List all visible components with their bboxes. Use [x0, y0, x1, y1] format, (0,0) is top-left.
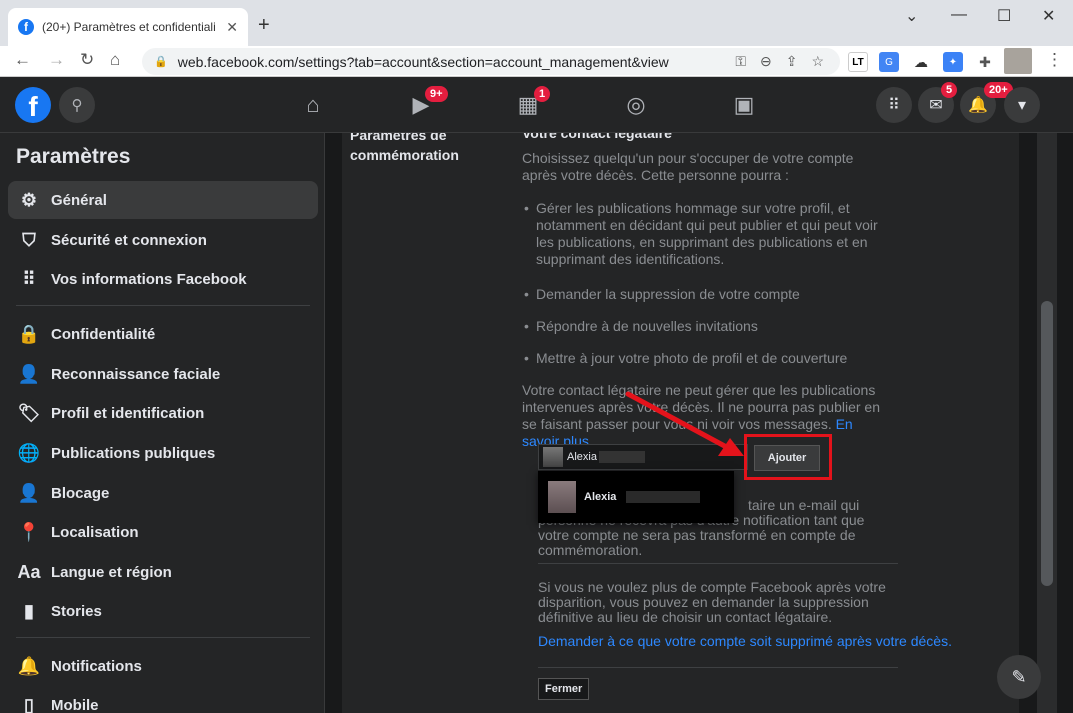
sidebar-item-mobile[interactable]: ▯ Mobile	[8, 686, 318, 713]
sidebar-item-general[interactable]: ⚙ Général	[8, 181, 318, 219]
sidebar-item-stories[interactable]: ▮ Stories	[8, 592, 318, 630]
browser-tab[interactable]: f (20+) Paramètres et confidentiali ✕	[8, 8, 248, 46]
settings-sidebar: Paramètres ⚙ Général ⛉ Sécurité et connexi…	[0, 133, 325, 713]
suggestion-dropdown-item[interactable]: Alexia	[538, 471, 734, 523]
permissions-list: Gérer les publications hommage sur votre…	[522, 200, 882, 367]
list-item: Demander la suppression de votre compte	[524, 286, 882, 303]
new-message-edit-icon[interactable]: ✎	[997, 655, 1041, 699]
browser-toolbar: ← → ↻ ⌂ 🔒 web.facebook.com/settings?tab=…	[0, 46, 1073, 77]
close-tab-icon[interactable]: ✕	[226, 19, 238, 36]
close-window-button[interactable]: ✕	[1042, 6, 1055, 26]
intro-text: Choisissez quelqu'un pour s'occuper de v…	[522, 150, 854, 183]
stories-icon: ▮	[24, 600, 34, 621]
sidebar-item-public-posts[interactable]: 🌐 Publications publiques	[8, 434, 318, 472]
language-icon: Aa	[17, 561, 41, 582]
facebook-header: f ⚲ ⌂ ▶ 9+ ▦ 1 ◎ ▣ ⠿ ✉ 5 🔔 20+ ▾	[0, 77, 1073, 133]
sidebar-divider	[16, 305, 310, 306]
key-icon[interactable]: ⚿	[735, 53, 746, 70]
account-chevron-icon[interactable]: ▾	[1004, 87, 1040, 123]
new-tab-button[interactable]: +	[258, 14, 270, 37]
forward-button[interactable]: →	[48, 50, 65, 70]
menu-kebab-icon[interactable]: ⋮	[1046, 50, 1063, 70]
menu-grid-icon[interactable]: ⠿	[876, 87, 912, 123]
avatar	[548, 481, 576, 513]
sidebar-item-security[interactable]: ⛉ Sécurité et connexion	[8, 221, 318, 259]
search-icon[interactable]: ⚲	[59, 87, 95, 123]
url-text: web.facebook.com/settings?tab=account&se…	[177, 53, 669, 70]
tab-title: (20+) Paramètres et confidentiali	[42, 20, 216, 34]
location-pin-icon: 📍	[17, 521, 41, 542]
sidebar-title: Paramètres	[16, 145, 131, 168]
watch-badge: 9+	[425, 86, 448, 102]
bell-icon: 🔔	[17, 655, 41, 676]
memorial-settings-card: Paramètres de commémoration Votre contac…	[342, 133, 1019, 713]
sidebar-item-location[interactable]: 📍 Localisation	[8, 513, 318, 551]
maximize-button[interactable]: ☐	[997, 6, 1011, 26]
mobile-icon: ▯	[24, 694, 34, 713]
minimize-button[interactable]: —	[951, 6, 967, 24]
shield-icon: ⛉	[22, 229, 36, 250]
settings-main: Paramètres de commémoration Votre contac…	[326, 133, 1037, 713]
list-item: Gérer les publications hommage sur votre…	[524, 200, 882, 268]
sidebar-divider	[16, 637, 310, 638]
home-button[interactable]: ⌂	[110, 50, 120, 70]
home-icon[interactable]: ⌂	[298, 91, 328, 119]
legacy-contact-heading: Votre contact légataire	[522, 133, 672, 141]
sidebar-item-blocking[interactable]: 👤 Blocage	[8, 474, 318, 512]
scrollbar[interactable]	[1037, 133, 1057, 713]
close-button[interactable]: Fermer	[538, 678, 590, 700]
delete-account-text: Si vous ne voulez plus de compte Faceboo…	[538, 579, 886, 625]
zoom-icon[interactable]: ⊖	[760, 53, 772, 70]
sidebar-item-face-recognition[interactable]: 👤 Reconnaissance faciale	[8, 355, 318, 393]
address-bar[interactable]: 🔒 web.facebook.com/settings?tab=account&…	[142, 48, 840, 75]
translate-icon[interactable]: G	[879, 52, 899, 72]
divider	[538, 667, 898, 668]
chevron-down-icon[interactable]: ⌄	[905, 6, 918, 26]
divider	[538, 563, 898, 564]
globe-icon: 🌐	[17, 442, 41, 463]
languagetool-icon[interactable]: LT	[848, 52, 868, 72]
highlight-box	[744, 434, 832, 480]
gear-icon: ⚙	[20, 189, 38, 210]
back-button[interactable]: ←	[14, 50, 31, 70]
puzzle-icon[interactable]: ✚	[975, 52, 995, 72]
facebook-logo[interactable]: f	[15, 87, 51, 123]
gaming-icon[interactable]: ▣	[729, 91, 759, 119]
scrollbar-thumb[interactable]	[1041, 301, 1053, 586]
avatar	[543, 447, 563, 467]
list-item: Répondre à de nouvelles invitations	[524, 318, 882, 335]
extension-icon[interactable]: ✦	[943, 52, 963, 72]
sidebar-item-your-info[interactable]: ⠿ Vos informations Facebook	[8, 260, 318, 298]
sidebar-item-profile-tagging[interactable]: 🏷 Profil et identification	[8, 394, 318, 432]
marketplace-badge: 1	[534, 86, 551, 102]
sidebar-item-notifications[interactable]: 🔔 Notifications	[8, 647, 318, 685]
cloud-download-icon[interactable]: ☁	[911, 52, 931, 72]
section-title: Paramètres de commémoration	[350, 133, 459, 163]
sidebar-item-privacy[interactable]: 🔒 Confidentialité	[8, 315, 318, 353]
face-icon: 👤	[17, 363, 41, 384]
block-user-icon: 👤	[17, 482, 41, 503]
share-icon[interactable]: ⇪	[786, 53, 798, 70]
delete-account-link[interactable]: Demander à ce que votre compte soit supp…	[538, 634, 958, 649]
lock-icon[interactable]: 🔒	[154, 55, 168, 68]
star-icon[interactable]: ☆	[811, 53, 824, 70]
red-arrow-annotation	[625, 391, 744, 456]
browser-titlebar: f (20+) Paramètres et confidentiali ✕ + …	[0, 0, 1073, 46]
groups-icon[interactable]: ◎	[621, 91, 651, 119]
lock-icon: 🔒	[17, 323, 41, 344]
grid-icon: ⠿	[22, 268, 36, 289]
tag-icon: 🏷	[17, 402, 41, 423]
messenger-badge: 5	[941, 82, 958, 98]
redacted-text	[626, 491, 701, 503]
facebook-favicon-icon: f	[18, 19, 34, 35]
sidebar-item-language[interactable]: Aa Langue et région	[8, 553, 318, 591]
reload-button[interactable]: ↻	[80, 50, 94, 70]
list-item: Mettre à jour votre photo de profil et d…	[524, 350, 882, 367]
profile-avatar[interactable]	[1004, 48, 1032, 74]
